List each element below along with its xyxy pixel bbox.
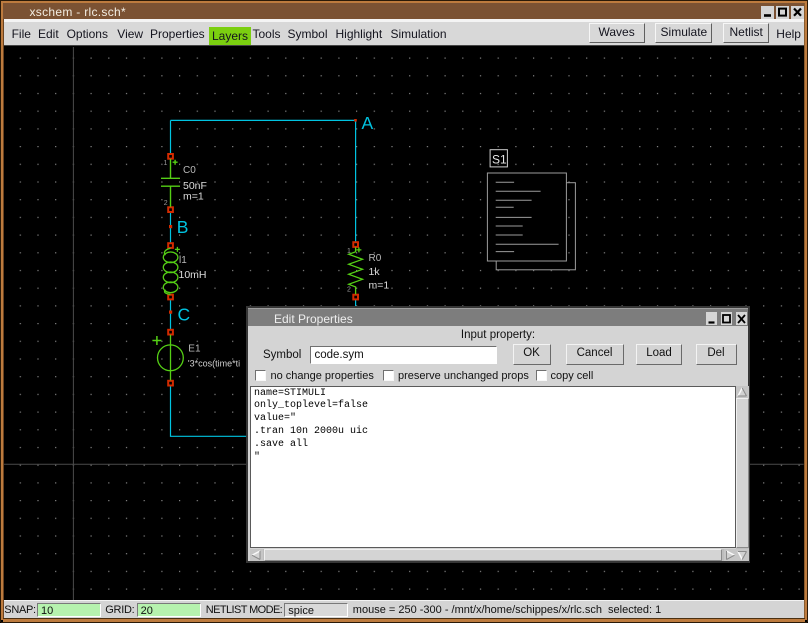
svg-text:10mH: 10mH (179, 269, 207, 281)
svg-text:S1: S1 (492, 152, 507, 166)
svg-text:1k: 1k (369, 266, 381, 278)
svg-text:A: A (362, 113, 374, 133)
svg-text:'3*cos(time*ti: '3*cos(time*ti (188, 358, 240, 368)
svg-text:l1: l1 (179, 255, 187, 266)
svg-text:R0: R0 (369, 253, 382, 264)
svg-text:2: 2 (347, 287, 351, 294)
svg-text:1: 1 (164, 160, 168, 167)
svg-text:B: B (177, 217, 189, 237)
svg-text:1: 1 (347, 248, 351, 255)
svg-text:C: C (178, 304, 191, 324)
svg-text:m=1: m=1 (369, 280, 390, 292)
svg-text:m=1: m=1 (183, 191, 204, 203)
svg-text:C0: C0 (183, 165, 196, 176)
svg-text:E1: E1 (188, 344, 201, 355)
svg-text:2: 2 (164, 200, 168, 207)
